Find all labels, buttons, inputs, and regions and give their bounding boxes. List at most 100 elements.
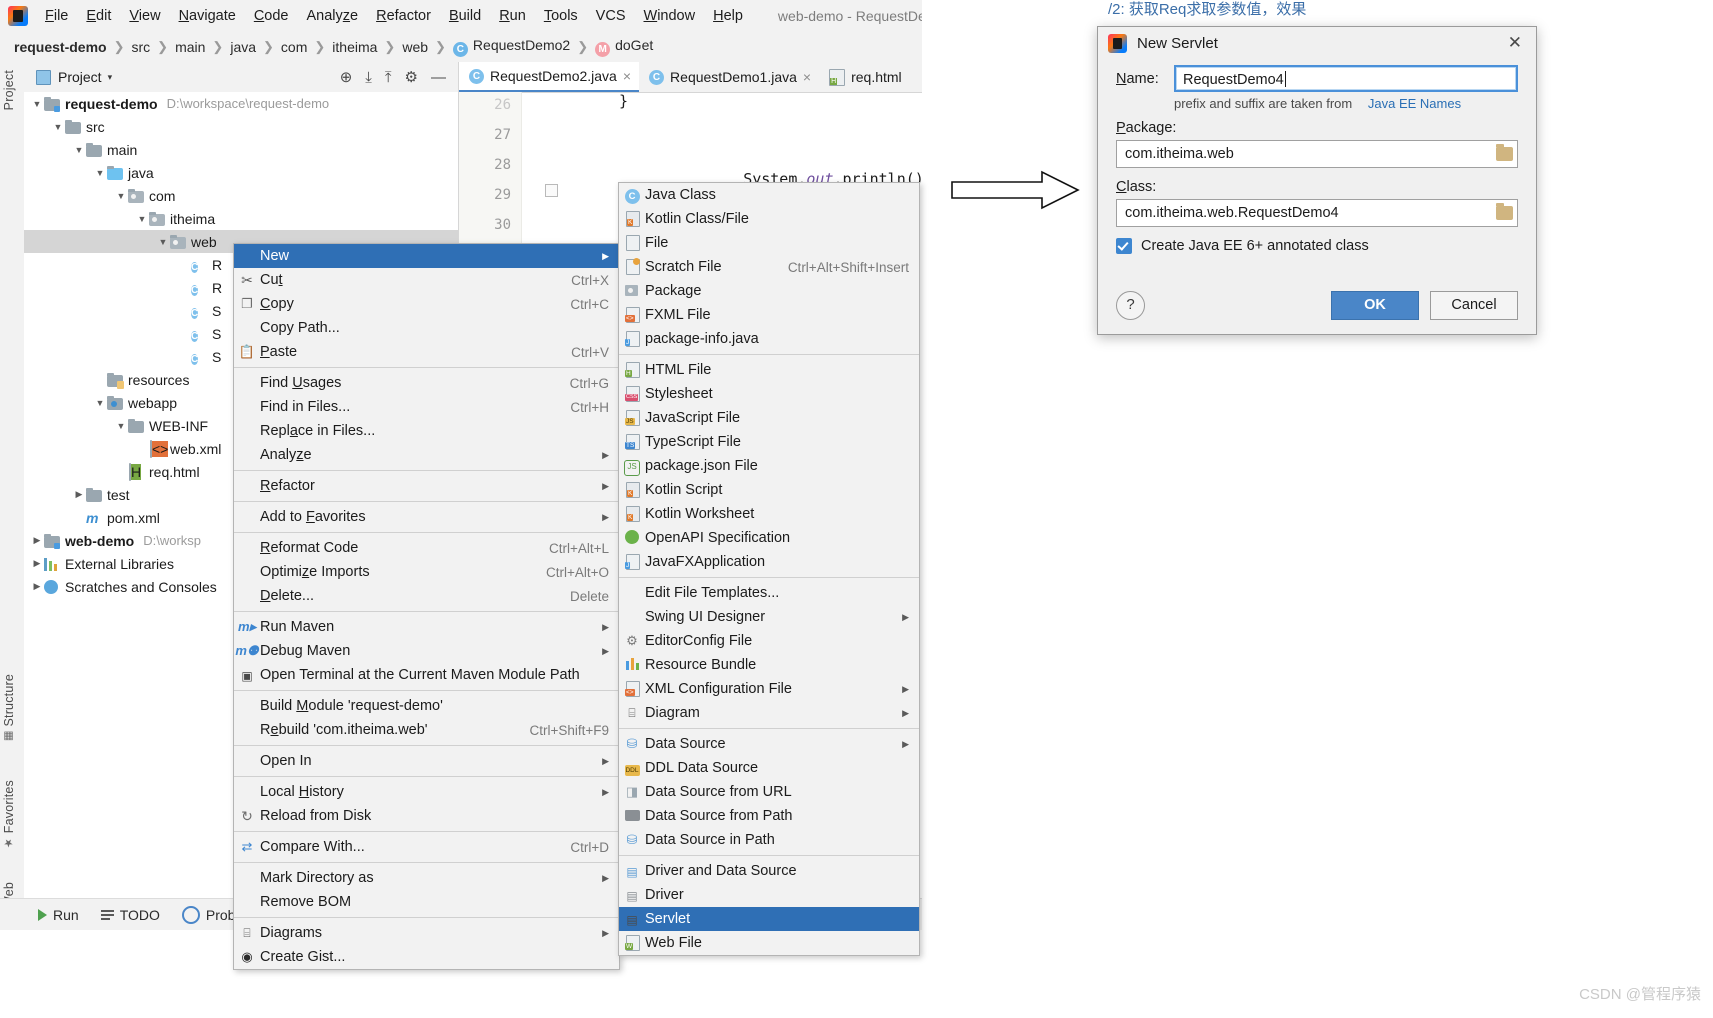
expand-all-icon[interactable]: ⤓: [365, 69, 372, 86]
menu-item-kotlin-class-file[interactable]: K Kotlin Class/File: [619, 207, 919, 231]
folder-browse-icon[interactable]: [1496, 144, 1513, 161]
breadcrumb[interactable]: request-demo ❯ src ❯ main ❯ java ❯ com ❯ itheima ❯ w…: [0, 32, 922, 63]
chevron-down-icon[interactable]: ▼: [114, 421, 128, 431]
gear-icon[interactable]: ⚙: [405, 68, 418, 86]
ok-button[interactable]: OK: [1331, 290, 1419, 320]
menu-item-data-source-from-path[interactable]: Data Source from Path: [619, 804, 919, 828]
chevron-down-icon[interactable]: ▼: [51, 122, 65, 132]
menu-item-resource-bundle[interactable]: Resource Bundle: [619, 653, 919, 677]
menu-item-file[interactable]: File: [619, 231, 919, 255]
menu-code[interactable]: Code: [245, 4, 298, 28]
breadcrumb-item-main[interactable]: main: [175, 39, 205, 55]
chevron-down-icon[interactable]: ▼: [72, 145, 86, 155]
servlet-name-input[interactable]: RequestDemo4: [1174, 65, 1518, 92]
menu-item-run-maven[interactable]: m▸ Run Maven ▶: [234, 615, 619, 639]
menu-item-build-module-request-demo[interactable]: Build Module 'request-demo': [234, 694, 619, 718]
menu-item-analyze[interactable]: Analyze ▶: [234, 443, 619, 467]
menu-item-driver[interactable]: ▤ Driver: [619, 883, 919, 907]
menu-edit[interactable]: Edit: [77, 4, 120, 28]
help-button[interactable]: ?: [1116, 290, 1145, 320]
cancel-button[interactable]: Cancel: [1430, 290, 1518, 320]
menu-vcs[interactable]: VCS: [587, 4, 635, 28]
close-icon[interactable]: ×: [803, 69, 811, 85]
menu-item-web-file[interactable]: W Web File: [619, 931, 919, 955]
class-combo[interactable]: com.itheima.web.RequestDemo4: [1116, 199, 1518, 227]
tree-row[interactable]: ▼ main: [24, 138, 458, 161]
menu-item-driver-and-data-source[interactable]: ▤ Driver and Data Source: [619, 859, 919, 883]
chevron-down-icon[interactable]: ▼: [114, 191, 128, 201]
package-combo[interactable]: com.itheima.web: [1116, 140, 1518, 168]
menu-item-create-gist[interactable]: ◉ Create Gist...: [234, 945, 619, 969]
menu-item-debug-maven[interactable]: m⚉ Debug Maven ▶: [234, 639, 619, 663]
annotated-class-checkbox[interactable]: [1116, 238, 1132, 254]
menu-navigate[interactable]: Navigate: [170, 4, 245, 28]
editor-tab-requestdemo2-java[interactable]: C RequestDemo2.java ×: [459, 62, 640, 92]
menu-item-javafxapplication[interactable]: J JavaFXApplication: [619, 550, 919, 574]
menu-item-reload-from-disk[interactable]: ↻ Reload from Disk: [234, 804, 619, 828]
tree-row[interactable]: ▼ request-demo D:\workspace\request-demo: [24, 92, 458, 115]
menu-help[interactable]: Help: [704, 4, 752, 28]
menu-item-diagrams[interactable]: ⌸ Diagrams ▶: [234, 921, 619, 945]
menu-item-data-source-in-path[interactable]: ⛁ Data Source in Path: [619, 828, 919, 852]
menu-item-mark-directory-as[interactable]: Mark Directory as ▶: [234, 866, 619, 890]
locate-icon[interactable]: ⊕: [340, 68, 353, 86]
chevron-down-icon[interactable]: ▼: [93, 168, 107, 178]
chevron-right-icon[interactable]: ▶: [72, 489, 86, 500]
menu-item-find-in-files[interactable]: Find in Files... Ctrl+H: [234, 395, 619, 419]
chevron-down-icon[interactable]: ▼: [156, 237, 170, 247]
project-panel-title[interactable]: Project: [58, 69, 102, 85]
tree-row[interactable]: ▼ src: [24, 115, 458, 138]
folder-browse-icon[interactable]: [1496, 203, 1513, 220]
menu-item-delete[interactable]: Delete... Delete: [234, 584, 619, 608]
menu-item-ddl-data-source[interactable]: DDL DDL Data Source: [619, 756, 919, 780]
menu-item-remove-bom[interactable]: Remove BOM: [234, 890, 619, 914]
menu-item-refactor[interactable]: Refactor ▶: [234, 474, 619, 498]
hide-icon[interactable]: —: [431, 69, 446, 86]
editor-tab-req-html[interactable]: req.html: [819, 62, 910, 92]
java-ee-names-link[interactable]: Java EE Names: [1368, 96, 1461, 111]
editor-tab-requestdemo1-java[interactable]: C RequestDemo1.java ×: [639, 62, 819, 92]
menu-item-data-source-from-url[interactable]: ◨ Data Source from URL: [619, 780, 919, 804]
chevron-down-icon[interactable]: ▼: [135, 214, 149, 224]
menu-item-kotlin-worksheet[interactable]: K Kotlin Worksheet: [619, 502, 919, 526]
menu-view[interactable]: View: [120, 4, 169, 28]
chevron-down-icon[interactable]: ▾: [108, 72, 113, 83]
close-icon[interactable]: ×: [623, 68, 631, 84]
chevron-right-icon[interactable]: ▶: [30, 581, 44, 592]
menu-item-java-class[interactable]: C Java Class: [619, 183, 919, 207]
menu-item-stylesheet[interactable]: CSS Stylesheet: [619, 382, 919, 406]
menu-item-local-history[interactable]: Local History ▶: [234, 780, 619, 804]
tool-tab-structure[interactable]: ▦ Structure: [2, 674, 16, 743]
menu-analyze[interactable]: Analyze: [298, 4, 368, 28]
menu-item-open-terminal-at-the-current-maven-module-path[interactable]: ▣ Open Terminal at the Current Maven Modu…: [234, 663, 619, 687]
breadcrumb-item-request-demo[interactable]: request-demo: [14, 39, 107, 55]
breadcrumb-item-web[interactable]: web: [402, 39, 428, 55]
menu-item-xml-configuration-file[interactable]: <> XML Configuration File ▶: [619, 677, 919, 701]
menu-file[interactable]: File: [36, 4, 77, 28]
menu-item-find-usages[interactable]: Find Usages Ctrl+G: [234, 371, 619, 395]
tree-row[interactable]: ▼ com: [24, 184, 458, 207]
menu-item-rebuild-com-itheima-web[interactable]: Rebuild 'com.itheima.web' Ctrl+Shift+F9: [234, 718, 619, 742]
chevron-right-icon[interactable]: ▶: [30, 535, 44, 546]
menu-item-swing-ui-designer[interactable]: Swing UI Designer ▶: [619, 605, 919, 629]
menu-build[interactable]: Build: [440, 4, 490, 28]
menu-item-package-json-file[interactable]: JS package.json File: [619, 454, 919, 478]
breadcrumb-item-itheima[interactable]: itheima: [332, 39, 377, 55]
menu-item-editorconfig-file[interactable]: ⚙ EditorConfig File: [619, 629, 919, 653]
breadcrumb-item-src[interactable]: src: [131, 39, 150, 55]
menu-item-cut[interactable]: ✂ Cut Ctrl+X: [234, 268, 619, 292]
menu-item-typescript-file[interactable]: TS TypeScript File: [619, 430, 919, 454]
menu-tools[interactable]: Tools: [535, 4, 587, 28]
menu-item-javascript-file[interactable]: JS JavaScript File: [619, 406, 919, 430]
menu-item-replace-in-files[interactable]: Replace in Files...: [234, 419, 619, 443]
menu-item-fxml-file[interactable]: <> FXML File: [619, 303, 919, 327]
menu-item-html-file[interactable]: H HTML File: [619, 358, 919, 382]
chevron-down-icon[interactable]: ▼: [93, 398, 107, 408]
menu-item-package-info-java[interactable]: Jpackage-info.java: [619, 327, 919, 351]
menu-item-edit-file-templates[interactable]: Edit File Templates...: [619, 581, 919, 605]
chevron-down-icon[interactable]: ▼: [30, 99, 44, 109]
menu-item-new[interactable]: New ▶: [234, 244, 619, 268]
tree-row[interactable]: ▼ itheima: [24, 207, 458, 230]
menu-item-diagram[interactable]: ⌸ Diagram ▶: [619, 701, 919, 725]
tool-tab-favorites[interactable]: ★ Favorites: [2, 780, 16, 850]
